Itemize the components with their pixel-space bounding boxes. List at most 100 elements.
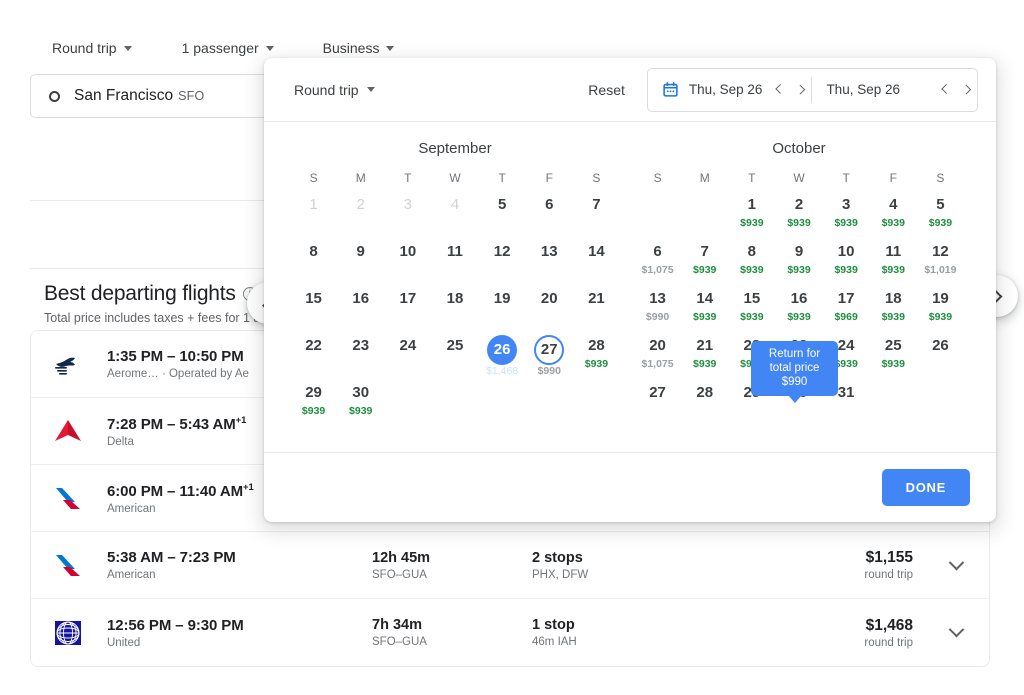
calendar-day[interactable]: 11$939 [870, 241, 917, 288]
calendar-day[interactable]: 5 [479, 194, 526, 241]
weekday-label: M [337, 171, 384, 194]
calendar-day[interactable]: 30$939 [337, 382, 384, 429]
flight-stops-cell: 1 stop46m IAH [532, 617, 767, 648]
calendar-day-price: $939 [302, 405, 325, 417]
calendar-day[interactable]: 21$939 [681, 335, 728, 382]
calendar-day[interactable]: 16 [337, 288, 384, 335]
return-price-tooltip: Return for total price $990 [751, 341, 838, 396]
calendar-day-price: $939 [349, 405, 372, 417]
calendar-day[interactable]: 3$939 [823, 194, 870, 241]
calendar-day[interactable]: 26 [917, 335, 964, 382]
calendar-day[interactable]: 18 [431, 288, 478, 335]
calendar-day[interactable]: 23 [337, 335, 384, 382]
flight-stop-detail: 46m IAH [532, 636, 767, 648]
airline-name: American [107, 569, 372, 581]
calendar-day-number: 28 [581, 335, 611, 357]
flight-row[interactable]: 12:56 PM – 9:30 PMUnited7h 34mSFO–GUA1 s… [31, 599, 989, 666]
calendar-day[interactable]: 25 [431, 335, 478, 382]
calendar-day-number: 16 [346, 288, 376, 310]
origin-city: San Francisco [74, 87, 173, 104]
calendar-day[interactable]: 12 [479, 241, 526, 288]
calendar-day[interactable]: 6 [526, 194, 573, 241]
weekday-label: T [823, 171, 870, 194]
departure-date-field[interactable]: Thu, Sep 26 [648, 69, 772, 111]
calendar-day[interactable]: 15 [290, 288, 337, 335]
weekday-label: F [870, 171, 917, 194]
calendar-day[interactable]: 27 [634, 382, 681, 429]
return-date-field[interactable]: Thu, Sep 26 [812, 69, 909, 111]
calendar-day[interactable]: 8$939 [728, 241, 775, 288]
departure-prev-day-icon[interactable] [776, 85, 785, 94]
return-prev-day-icon[interactable] [942, 85, 951, 94]
next-day-indicator: +1 [243, 482, 254, 493]
airline-logo-cell [53, 349, 107, 379]
calendar-day[interactable]: 8 [290, 241, 337, 288]
calendar-trip-type-selector[interactable]: Round trip [294, 82, 375, 98]
calendar-day-number: 8 [299, 241, 329, 263]
calendar-day[interactable]: 9$939 [775, 241, 822, 288]
calendar-day-number: 21 [581, 288, 611, 310]
calendar-day[interactable]: 14$939 [681, 288, 728, 335]
calendar-day[interactable]: 22 [290, 335, 337, 382]
calendar-day[interactable]: 10 [384, 241, 431, 288]
airline-logo-cell [53, 618, 107, 648]
done-button[interactable]: DONE [882, 469, 970, 506]
calendar-day[interactable]: 4$939 [870, 194, 917, 241]
weekday-label: S [573, 171, 620, 194]
origin-airport-code: SFO [178, 89, 204, 103]
calendar-day[interactable]: 19$939 [917, 288, 964, 335]
calendar-day[interactable]: 9 [337, 241, 384, 288]
calendar-day-number: 12 [487, 241, 517, 263]
calendar-day[interactable]: 27$990 [526, 335, 573, 382]
calendar-day-number: 4 [878, 194, 908, 216]
calendar-day[interactable]: 25$939 [870, 335, 917, 382]
calendar-day-price: $939 [929, 311, 952, 323]
calendar-day[interactable]: 10$939 [823, 241, 870, 288]
departure-next-day-icon[interactable] [796, 85, 805, 94]
calendar-day[interactable]: 16$939 [775, 288, 822, 335]
weekday-label: W [775, 171, 822, 194]
calendar-day[interactable]: 17$969 [823, 288, 870, 335]
return-next-day-icon[interactable] [961, 85, 970, 94]
calendar-day-number: 20 [643, 335, 673, 357]
calendar-day[interactable]: 12$1,019 [917, 241, 964, 288]
next-day-indicator: +1 [236, 415, 247, 426]
calendar-day[interactable]: 28 [681, 382, 728, 429]
calendar-day[interactable]: 19 [479, 288, 526, 335]
calendar-day[interactable]: 21 [573, 288, 620, 335]
calendar-day[interactable]: 26$1,468 [479, 335, 526, 382]
flight-price-cell: $1,155round trip [767, 549, 939, 581]
calendar-day[interactable]: 14 [573, 241, 620, 288]
calendar-day[interactable]: 20 [526, 288, 573, 335]
calendar-day-price: $939 [693, 358, 716, 370]
calendar-day[interactable]: 13$990 [634, 288, 681, 335]
calendar-day-price: $939 [740, 217, 763, 229]
calendar-day[interactable]: 11 [431, 241, 478, 288]
calendar-day[interactable]: 29$939 [290, 382, 337, 429]
results-title-text: Best departing flights [44, 282, 236, 306]
expand-flight-button[interactable] [939, 627, 973, 638]
calendar-day[interactable]: 28$939 [573, 335, 620, 382]
calendar-day-number: 6 [643, 241, 673, 263]
calendar-day-number: 18 [878, 288, 908, 310]
calendar-day[interactable]: 2$939 [775, 194, 822, 241]
calendar-day-price: $939 [882, 217, 905, 229]
calendar-day[interactable]: 7 [573, 194, 620, 241]
calendar-day[interactable]: 17 [384, 288, 431, 335]
calendar-day[interactable]: 24 [384, 335, 431, 382]
calendar-day[interactable]: 5$939 [917, 194, 964, 241]
flight-row[interactable]: 5:38 AM – 7:23 PMAmerican12h 45mSFO–GUA2… [31, 532, 989, 599]
calendar-day[interactable]: 6$1,075 [634, 241, 681, 288]
expand-flight-button[interactable] [939, 560, 973, 571]
flight-price-note: round trip [767, 569, 913, 581]
calendar-day[interactable]: 15$939 [728, 288, 775, 335]
calendar-day[interactable]: 13 [526, 241, 573, 288]
calendar-day[interactable]: 18$939 [870, 288, 917, 335]
flight-duration: 12h 45m [372, 550, 532, 566]
reset-button[interactable]: Reset [588, 82, 647, 98]
passenger-selector[interactable]: 1 passenger [172, 34, 284, 62]
calendar-day[interactable]: 7$939 [681, 241, 728, 288]
calendar-day[interactable]: 20$1,075 [634, 335, 681, 382]
trip-type-selector[interactable]: Round trip [42, 34, 142, 62]
calendar-day[interactable]: 1$939 [728, 194, 775, 241]
